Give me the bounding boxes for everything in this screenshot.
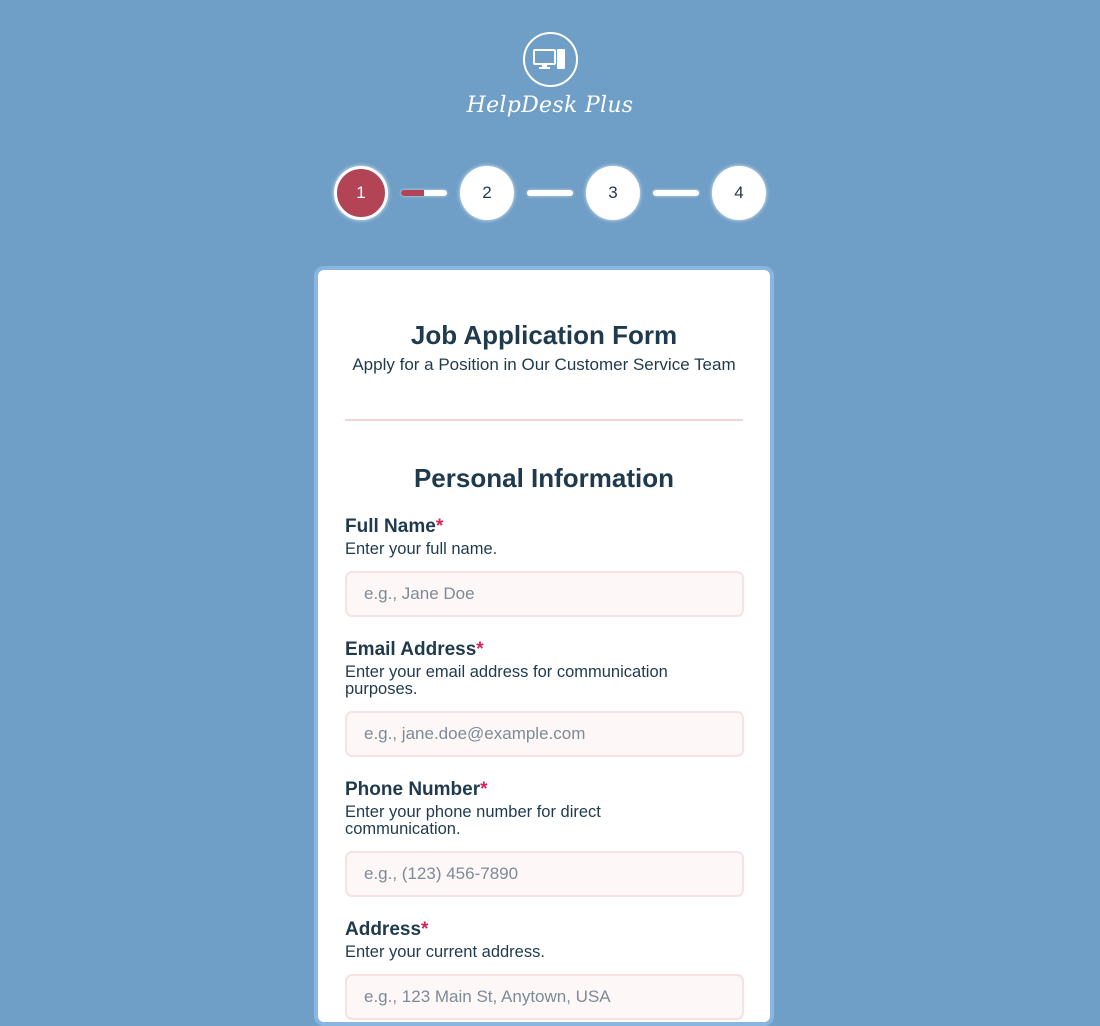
- field-full-name: Full Name* Enter your full name.: [345, 516, 744, 617]
- label-text: Address: [345, 919, 422, 940]
- field-label: Address*: [345, 919, 743, 941]
- form-card: Job Application Form Apply for a Positio…: [314, 266, 774, 1026]
- required-marker: *: [480, 779, 488, 800]
- field-help: Enter your current address.: [345, 943, 545, 961]
- required-marker: *: [476, 639, 484, 660]
- step-number: 3: [608, 183, 618, 202]
- email-input[interactable]: [345, 711, 744, 757]
- step-3[interactable]: 3: [586, 166, 640, 220]
- field-address: Address* Enter your current address.: [345, 919, 744, 1020]
- field-label: Full Name*: [345, 516, 743, 538]
- step-1[interactable]: 1: [334, 166, 388, 220]
- progress-stepper: 1 2 3 4: [0, 166, 1100, 220]
- field-label: Email Address*: [345, 639, 743, 661]
- field-help: Enter your email address for communicati…: [345, 663, 668, 698]
- required-marker: *: [421, 919, 429, 940]
- logo: [522, 32, 578, 87]
- label-text: Phone Number: [345, 779, 481, 800]
- section-title: Personal Information: [413, 463, 675, 493]
- field-help: Enter your full name.: [345, 540, 498, 558]
- form-title: Job Application Form: [410, 320, 678, 350]
- field-email: Email Address* Enter your email address …: [345, 639, 744, 757]
- step-connector: [401, 190, 447, 196]
- label-text: Full Name: [345, 516, 436, 537]
- step-connector: [527, 190, 573, 196]
- brand-name: HelpDesk Plus: [466, 93, 634, 118]
- step-number: 1: [356, 183, 366, 202]
- field-phone: Phone Number* Enter your phone number fo…: [345, 779, 744, 897]
- form-subtitle: Apply for a Position in Our Customer Ser…: [352, 355, 736, 374]
- step-2[interactable]: 2: [460, 166, 514, 220]
- divider: [345, 419, 743, 421]
- address-input[interactable]: [345, 974, 744, 1020]
- phone-input[interactable]: [345, 851, 744, 897]
- step-connector: [653, 190, 699, 196]
- step-number: 4: [734, 183, 744, 202]
- step-4[interactable]: 4: [712, 166, 766, 220]
- label-text: Email Address: [345, 639, 477, 660]
- required-marker: *: [435, 516, 444, 537]
- brand-header: HelpDesk Plus: [0, 32, 1100, 118]
- step-number: 2: [482, 183, 492, 202]
- full-name-input[interactable]: [345, 571, 744, 617]
- connector-fill: [401, 190, 424, 196]
- computer-monitor-icon: [533, 48, 565, 69]
- field-help: Enter your phone number for direct commu…: [345, 803, 601, 838]
- field-label: Phone Number*: [345, 779, 743, 801]
